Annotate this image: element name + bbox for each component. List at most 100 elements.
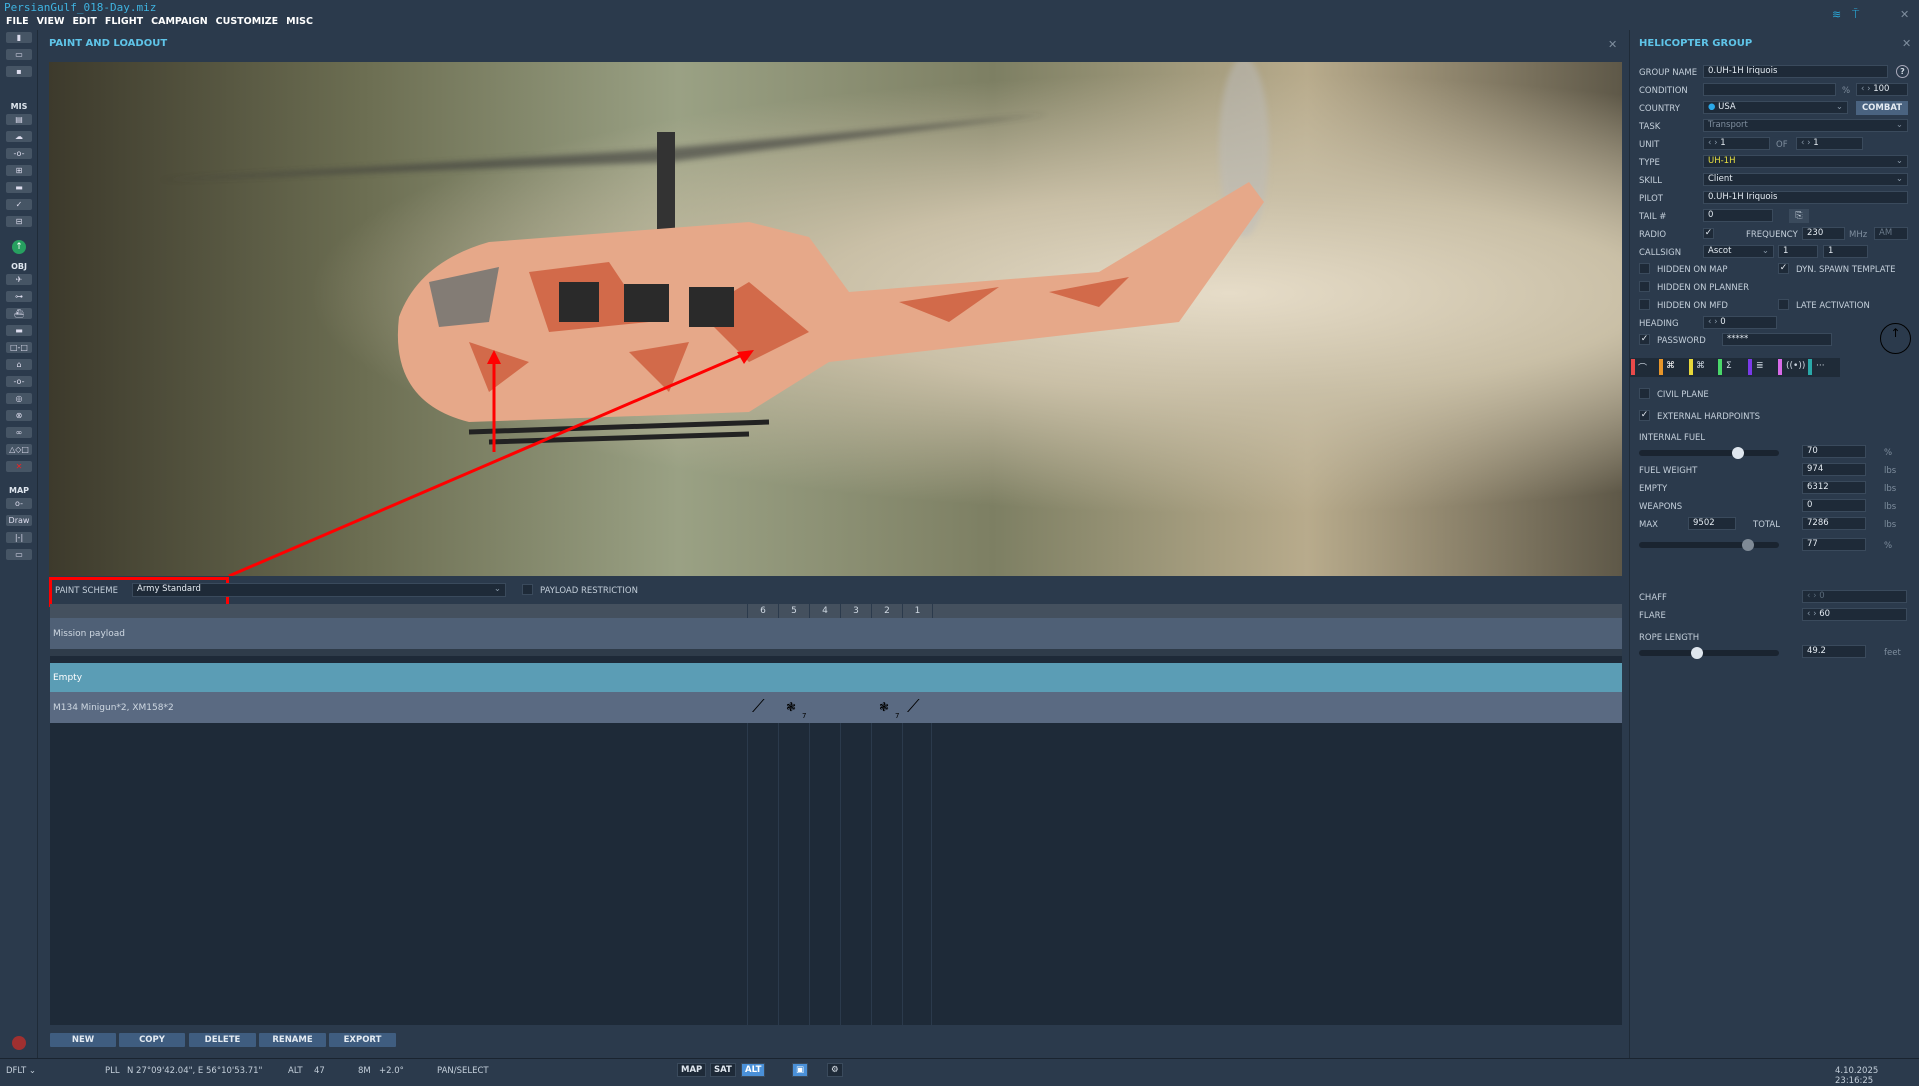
pilot-input[interactable]: 0.UH-1H Iriquois xyxy=(1703,191,1908,204)
menu-edit[interactable]: EDIT xyxy=(72,16,96,27)
save-file-icon[interactable]: ▪ xyxy=(6,66,32,77)
coord-format[interactable]: PLL xyxy=(105,1066,120,1076)
briefing-icon[interactable]: ▤ xyxy=(6,114,32,125)
new-file-icon[interactable]: ▮ xyxy=(6,32,32,43)
group-name-input[interactable]: 0.UH-1H Iriquois xyxy=(1703,65,1888,78)
callsign-number-2[interactable]: 1 xyxy=(1823,245,1868,258)
chaff-input[interactable]: ‹ › 0 xyxy=(1802,590,1907,603)
upload-icon[interactable]: ↑ xyxy=(12,240,26,254)
modulation-select[interactable]: AM xyxy=(1874,227,1908,240)
route-icon[interactable]: ⊟ xyxy=(6,216,32,227)
tab-fuel[interactable] xyxy=(1748,359,1752,375)
layers-icon[interactable]: ▣ xyxy=(792,1063,809,1077)
unit-input[interactable]: ‹ › 1 xyxy=(1703,137,1770,150)
radio-checkbox[interactable]: ✓ xyxy=(1703,228,1714,239)
draw-button[interactable]: Draw xyxy=(6,515,32,526)
vehicle-icon[interactable]: ▬ xyxy=(6,325,32,336)
condition-input[interactable]: ‹ › 100 xyxy=(1856,83,1908,96)
delete-button[interactable]: DELETE xyxy=(189,1033,256,1047)
new-button[interactable]: NEW xyxy=(50,1033,116,1047)
tab-radio[interactable] xyxy=(1778,359,1782,375)
radio-tab-icon[interactable]: ((•)) xyxy=(1786,361,1805,371)
plane-icon[interactable]: ✈ xyxy=(6,274,32,285)
password-checkbox[interactable]: ✓ xyxy=(1639,334,1650,345)
route-tab-icon[interactable]: ⌒ xyxy=(1638,361,1647,374)
group-close-icon[interactable]: ✕ xyxy=(1902,37,1911,50)
tab-payload[interactable] xyxy=(1659,359,1663,375)
summary-tab-icon[interactable]: Σ xyxy=(1726,361,1732,371)
help-button[interactable]: ? xyxy=(1896,65,1909,78)
rectangle-icon[interactable]: ▭ xyxy=(6,549,32,560)
payload-restriction-checkbox[interactable] xyxy=(522,584,533,595)
copy-button[interactable]: COPY xyxy=(119,1033,185,1047)
more-tab-icon[interactable]: ··· xyxy=(1816,361,1825,371)
tail-input[interactable]: 0 xyxy=(1703,209,1773,222)
triggers-icon[interactable]: -o- xyxy=(6,148,32,159)
skill-select[interactable]: Client ⌄ xyxy=(1703,173,1908,186)
task-select[interactable]: Transport ⌄ xyxy=(1703,119,1908,132)
country-select[interactable]: ● USA ⌄ xyxy=(1703,101,1848,114)
menu-campaign[interactable]: CAMPAIGN xyxy=(151,16,208,27)
menu-misc[interactable]: MISC xyxy=(286,16,313,27)
delete-icon[interactable]: ✕ xyxy=(6,461,32,472)
civil-plane-checkbox[interactable] xyxy=(1639,388,1650,399)
check-icon[interactable]: ✓ xyxy=(6,199,32,210)
copy-tail-icon[interactable]: ⎘ xyxy=(1789,209,1809,223)
settings-icon[interactable]: ⚙ xyxy=(827,1063,843,1077)
key-icon[interactable]: o- xyxy=(6,498,32,509)
unit-count-input[interactable]: ‹ › 1 xyxy=(1796,137,1863,150)
dyn-spawn-checkbox[interactable]: ✓ xyxy=(1778,263,1789,274)
map-view-button[interactable]: MAP xyxy=(677,1063,707,1077)
hidden-map-checkbox[interactable] xyxy=(1639,263,1650,274)
slider-knob[interactable] xyxy=(1732,447,1744,459)
internal-fuel-slider[interactable] xyxy=(1639,447,1779,459)
small-target-icon[interactable]: ⊗ xyxy=(6,410,32,421)
combat-button[interactable]: COMBAT xyxy=(1856,101,1908,115)
alt-view-button[interactable]: ALT xyxy=(741,1063,766,1077)
waypoint-icon[interactable]: -o- xyxy=(6,376,32,387)
external-hardpoints-checkbox[interactable]: ✓ xyxy=(1639,410,1650,421)
trigger-zone-icon[interactable]: ⊞ xyxy=(6,165,32,176)
menu-file[interactable]: FILE xyxy=(6,16,29,27)
hidden-mfd-checkbox[interactable] xyxy=(1639,299,1650,310)
hidden-planner-checkbox[interactable] xyxy=(1639,281,1650,292)
tab-more[interactable] xyxy=(1808,359,1812,375)
late-activation-checkbox[interactable] xyxy=(1778,299,1789,310)
targets-tab-icon[interactable]: ⌘ xyxy=(1696,361,1705,371)
ship-icon[interactable]: ⛴ xyxy=(6,308,32,319)
tab-targets[interactable] xyxy=(1689,359,1693,375)
menu-customize[interactable]: CUSTOMIZE xyxy=(216,16,278,27)
payload-tab-icon[interactable]: ⌘ xyxy=(1666,361,1675,371)
callsign-number-1[interactable]: 1 xyxy=(1778,245,1818,258)
group-icon[interactable]: ⌂ xyxy=(6,359,32,370)
aircraft-preview[interactable] xyxy=(49,62,1622,576)
table-row-selected[interactable]: Empty xyxy=(50,663,1622,692)
menu-flight[interactable]: FLIGHT xyxy=(105,16,143,27)
open-file-icon[interactable]: ▭ xyxy=(6,49,32,60)
tab-waypoints[interactable] xyxy=(1631,359,1635,375)
profile-select[interactable]: DFLT ⌄ xyxy=(6,1066,36,1076)
type-select[interactable]: UH-1H ⌄ xyxy=(1703,155,1908,168)
flare-input[interactable]: ‹ › 60 xyxy=(1802,608,1907,621)
condition-slider-field[interactable] xyxy=(1703,83,1836,96)
rope-length-input[interactable]: 49.2 xyxy=(1802,645,1866,658)
frequency-input[interactable]: 230 xyxy=(1802,227,1845,240)
rename-button[interactable]: RENAME xyxy=(259,1033,326,1047)
password-input[interactable]: ***** xyxy=(1722,333,1832,346)
menu-view[interactable]: VIEW xyxy=(37,16,65,27)
flags-icon[interactable]: ▬ xyxy=(6,182,32,193)
export-button[interactable]: EXPORT xyxy=(329,1033,396,1047)
tab-summary[interactable] xyxy=(1718,359,1722,375)
slider-knob[interactable] xyxy=(1691,647,1703,659)
rings-icon[interactable]: ∞ xyxy=(6,427,32,438)
exit-icon[interactable] xyxy=(12,1036,26,1050)
ruler-icon[interactable]: |-| xyxy=(6,532,32,543)
paint-scheme-select[interactable]: Army Standard ⌄ xyxy=(132,583,506,597)
loadout-close-icon[interactable]: ✕ xyxy=(1608,38,1617,51)
sat-view-button[interactable]: SAT xyxy=(710,1063,736,1077)
table-row[interactable]: M134 Minigun*2, XM158*2 ⟋ ❃ 7 ❃ 7 ⟋ xyxy=(50,692,1622,723)
weather-icon[interactable]: ☁ xyxy=(6,131,32,142)
target-icon[interactable]: ◎ xyxy=(6,393,32,404)
heading-input[interactable]: ‹ › 0 xyxy=(1703,316,1777,329)
stack-tab-icon[interactable]: ≣ xyxy=(1756,361,1764,371)
